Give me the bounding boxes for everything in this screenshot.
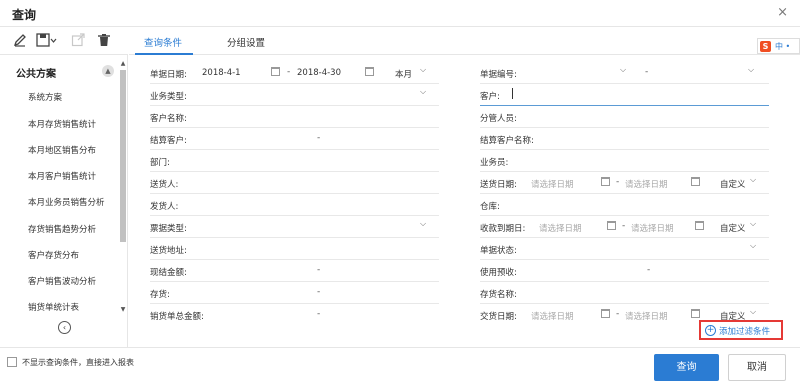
sogou-logo-icon: S	[760, 41, 771, 52]
sidebar-scrollbar[interactable]: ▲ ▼	[119, 60, 127, 315]
date-start-value[interactable]: 2018-4-1	[202, 68, 241, 78]
chevron-down-icon[interactable]: ⌵	[420, 219, 426, 229]
field-shipper[interactable]: 发货人:	[150, 194, 439, 216]
collapse-sidebar-icon[interactable]: ‹	[58, 321, 71, 334]
title-bar: 查询 ×	[0, 0, 800, 27]
tab-query-conditions[interactable]: 查询条件	[144, 35, 182, 49]
field-department[interactable]: 部门:	[150, 150, 439, 172]
field-inventory[interactable]: 存货: -	[150, 282, 439, 304]
tab-group-settings[interactable]: 分组设置	[227, 35, 265, 49]
chevron-down-icon[interactable]: ⌵	[750, 241, 756, 251]
query-button[interactable]: 查询	[654, 354, 719, 381]
calendar-icon[interactable]	[691, 177, 700, 186]
plus-circle-icon: +	[705, 325, 716, 336]
field-sales-total-amount[interactable]: 销货单总金额: -	[150, 304, 439, 320]
calendar-icon[interactable]	[691, 309, 700, 318]
calendar-icon[interactable]	[695, 221, 704, 230]
field-business-type[interactable]: 业务类型: ⌵	[150, 84, 439, 106]
sidebar-item-system-scheme[interactable]: 系统方案	[28, 91, 62, 103]
date-end-value[interactable]: 2018-4-30	[297, 68, 341, 78]
field-settle-customer[interactable]: 结算客户: -	[150, 128, 439, 150]
dialog-footer: 不显示查询条件，直接进入报表 查询 取消	[0, 347, 800, 381]
query-form: 单据日期: 2018-4-1 - 2018-4-30 本月 ⌵ 业务类型: ⌵ …	[129, 55, 800, 320]
external-link-icon[interactable]	[70, 33, 86, 49]
period-select-value[interactable]: 本月	[395, 68, 412, 80]
field-invoice-type[interactable]: 票据类型: ⌵	[150, 216, 439, 238]
add-filter-button[interactable]: + 添加过滤条件	[699, 320, 783, 340]
calendar-icon[interactable]	[607, 221, 616, 230]
sidebar-header: 公共方案	[16, 69, 56, 80]
field-delivery-due-date[interactable]: 交货日期: 请选择日期 - 请选择日期 自定义 ⌵	[480, 304, 769, 320]
field-customer[interactable]: 客户:	[480, 84, 769, 106]
chevron-down-icon[interactable]: ⌵	[420, 65, 426, 75]
chevron-down-icon[interactable]: ⌵	[748, 65, 754, 75]
field-doc-number[interactable]: 单据编号: ⌵ - ⌵	[480, 62, 769, 84]
field-cash-amount[interactable]: 现结金额: -	[150, 260, 439, 282]
sidebar-item[interactable]: 本月客户销售统计	[28, 170, 96, 182]
save-icon[interactable]	[36, 33, 58, 49]
chevron-down-icon[interactable]: ⌵	[620, 65, 626, 75]
calendar-icon[interactable]	[365, 67, 374, 76]
scrollbar-thumb[interactable]	[120, 70, 126, 242]
chevron-up-icon[interactable]: ▲	[102, 65, 114, 77]
sidebar-item[interactable]: 本月存货销售统计	[28, 118, 96, 130]
skip-conditions-label[interactable]: 不显示查询条件，直接进入报表	[22, 357, 134, 368]
scroll-down-arrow-icon[interactable]: ▼	[119, 306, 127, 313]
pencil-icon[interactable]	[12, 33, 28, 49]
field-delivery-address[interactable]: 送货地址:	[150, 238, 439, 260]
field-inventory-name[interactable]: 存货名称:	[480, 282, 769, 304]
field-customer-name[interactable]: 客户名称:	[150, 106, 439, 128]
calendar-icon[interactable]	[601, 309, 610, 318]
cancel-button[interactable]: 取消	[728, 354, 786, 381]
field-manager[interactable]: 分管人员:	[480, 106, 769, 128]
ime-toolbar[interactable]: S 中 •	[757, 38, 800, 54]
sidebar-item[interactable]: 客户销售波动分析	[28, 275, 96, 287]
tab-bar: 查询条件 分组设置	[129, 27, 800, 55]
chevron-down-icon[interactable]: ⌵	[750, 219, 756, 229]
field-doc-status[interactable]: 单据状态: ⌵	[480, 238, 769, 260]
sidebar-item[interactable]: 存货销售趋势分析	[28, 223, 96, 235]
sidebar-item[interactable]: 本月地区销售分布	[28, 144, 96, 156]
close-icon[interactable]: ×	[777, 5, 788, 20]
dialog-title: 查询	[12, 8, 37, 22]
ime-mode[interactable]: 中 •	[775, 41, 790, 52]
chevron-down-icon[interactable]: ⌵	[420, 87, 426, 97]
field-doc-date[interactable]: 单据日期: 2018-4-1 - 2018-4-30 本月 ⌵	[150, 62, 439, 84]
chevron-down-icon[interactable]: ⌵	[750, 307, 756, 317]
sidebar-item[interactable]: 客户存货分布	[28, 249, 79, 261]
field-use-prepayment[interactable]: 使用预收: -	[480, 260, 769, 282]
chevron-down-icon[interactable]: ⌵	[750, 175, 756, 185]
field-payment-due-date[interactable]: 收款到期日: 请选择日期 - 请选择日期 自定义 ⌵	[480, 216, 769, 238]
field-settle-customer-name[interactable]: 结算客户名称:	[480, 128, 769, 150]
calendar-icon[interactable]	[601, 177, 610, 186]
calendar-icon[interactable]	[271, 67, 280, 76]
scheme-sidebar: 公共方案 ▲ 系统方案 本月存货销售统计 本月地区销售分布 本月客户销售统计 本…	[0, 55, 128, 347]
field-salesperson[interactable]: 业务员:	[480, 150, 769, 172]
text-caret	[512, 88, 513, 99]
scheme-toolbar	[0, 27, 128, 55]
scroll-up-arrow-icon[interactable]: ▲	[119, 60, 127, 67]
field-warehouse[interactable]: 仓库:	[480, 194, 769, 216]
field-deliverer[interactable]: 送货人:	[150, 172, 439, 194]
trash-icon[interactable]	[96, 33, 112, 49]
sidebar-item[interactable]: 本月业务员销售分析	[28, 196, 105, 208]
skip-conditions-checkbox[interactable]	[7, 357, 17, 367]
field-delivery-date[interactable]: 送货日期: 请选择日期 - 请选择日期 自定义 ⌵	[480, 172, 769, 194]
sidebar-item[interactable]: 销货单统计表	[28, 301, 79, 313]
